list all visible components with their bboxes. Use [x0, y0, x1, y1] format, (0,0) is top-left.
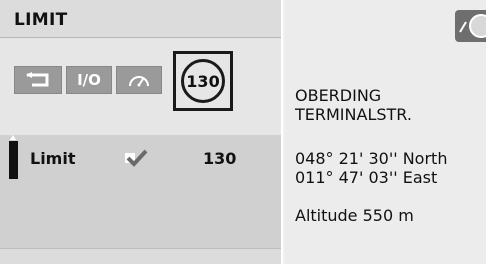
street-line-1: OBERDING	[295, 86, 382, 105]
back-arrow-icon	[26, 72, 49, 87]
speedometer-button[interactable]	[116, 66, 162, 94]
latitude: 048° 21' 30'' North	[295, 149, 448, 168]
speed-limit-sign: 130	[181, 59, 225, 103]
scroll-up-indicator	[10, 135, 16, 140]
altitude: Altitude 550 m	[295, 206, 414, 225]
page-title: LIMIT	[14, 10, 68, 30]
coordinates: 048° 21' 30'' North 011° 47' 03'' East	[295, 149, 447, 187]
back-button[interactable]	[14, 66, 62, 94]
street-line-2: TERMINALSTR.	[295, 105, 412, 124]
bottom-strip	[0, 248, 281, 264]
on-off-button[interactable]: I/O	[66, 66, 112, 94]
limit-label: Limit	[30, 149, 76, 168]
selection-marker	[9, 141, 18, 179]
title-bar: LIMIT	[0, 0, 281, 38]
location-panel: OBERDING TERMINALSTR. 048° 21' 30'' Nort…	[285, 0, 486, 264]
compass-icon	[459, 14, 486, 38]
street-address: OBERDING TERMINALSTR.	[295, 86, 412, 124]
on-off-label: I/O	[77, 71, 101, 89]
speed-limit-sign-value: 130	[186, 71, 220, 91]
limit-value: 130	[203, 149, 237, 168]
limit-panel: LIMIT I/O 130 Limit 130	[0, 0, 283, 264]
longitude: 011° 47' 03'' East	[295, 168, 438, 187]
compass-button[interactable]	[455, 10, 486, 42]
speed-limit-sign-button[interactable]: 130	[173, 51, 233, 111]
speedometer-icon	[129, 76, 149, 87]
checkmark-icon[interactable]	[124, 149, 148, 167]
